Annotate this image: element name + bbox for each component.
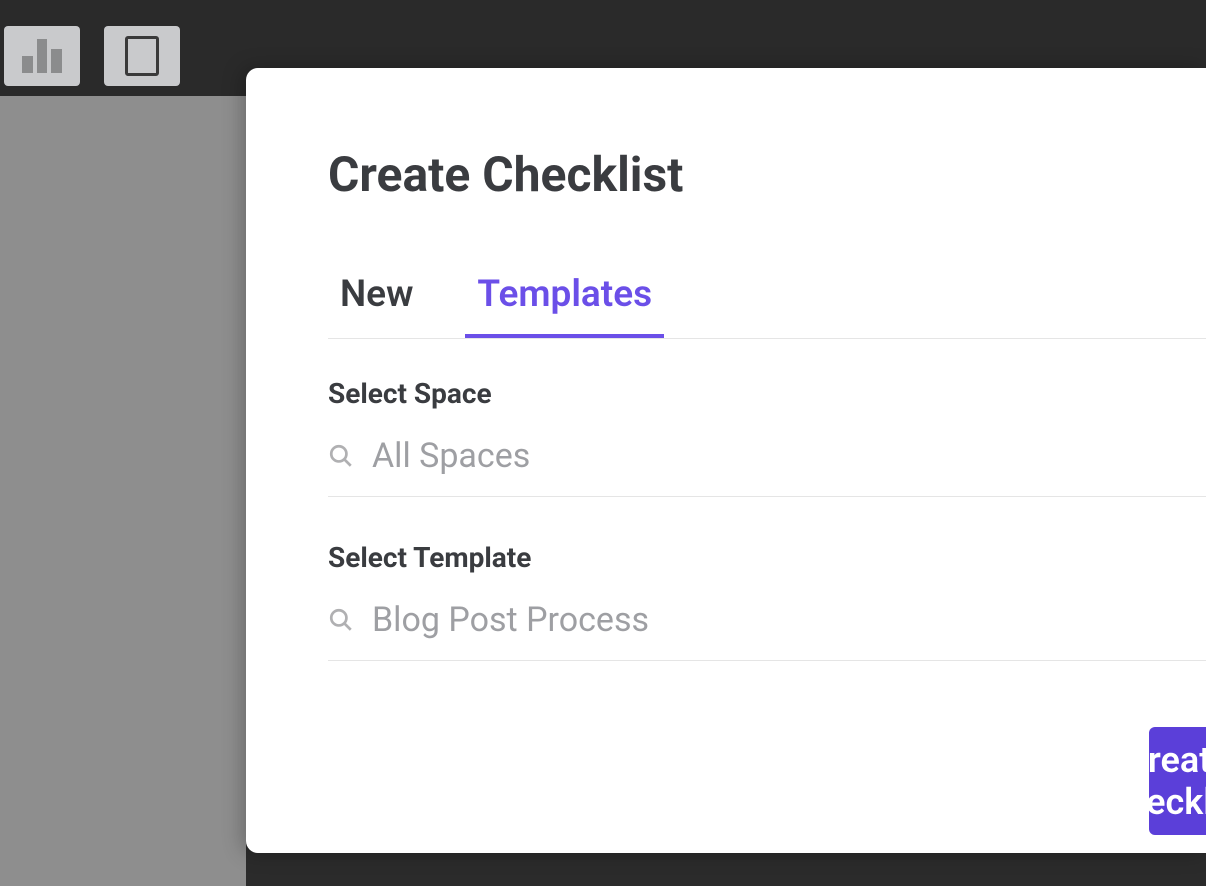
select-space-group: Select Space (328, 377, 1206, 497)
template-search-row[interactable] (328, 600, 1206, 661)
tab-templates[interactable]: Templates (465, 273, 664, 338)
document-icon (125, 36, 159, 76)
select-template-group: Select Template (328, 541, 1206, 661)
modal-title: Create Checklist (328, 146, 1206, 203)
modal-tabs: New Templates (328, 273, 1206, 339)
toolbar-chart-button[interactable] (4, 26, 80, 86)
space-search-input[interactable] (372, 436, 1206, 476)
template-search-input[interactable] (372, 600, 1206, 640)
select-space-label: Select Space (328, 377, 1206, 410)
chart-icon (22, 39, 62, 73)
tab-new[interactable]: New (328, 273, 425, 338)
create-checklist-modal: Create Checklist New Templates Select Sp… (246, 68, 1206, 853)
select-template-label: Select Template (328, 541, 1206, 574)
toolbar-doc-button[interactable] (104, 26, 180, 86)
create-checklist-button[interactable]: Create Checklist (1149, 727, 1206, 835)
search-icon (328, 607, 354, 633)
space-search-row[interactable] (328, 436, 1206, 497)
search-icon (328, 443, 354, 469)
background-sidebar (0, 96, 246, 886)
